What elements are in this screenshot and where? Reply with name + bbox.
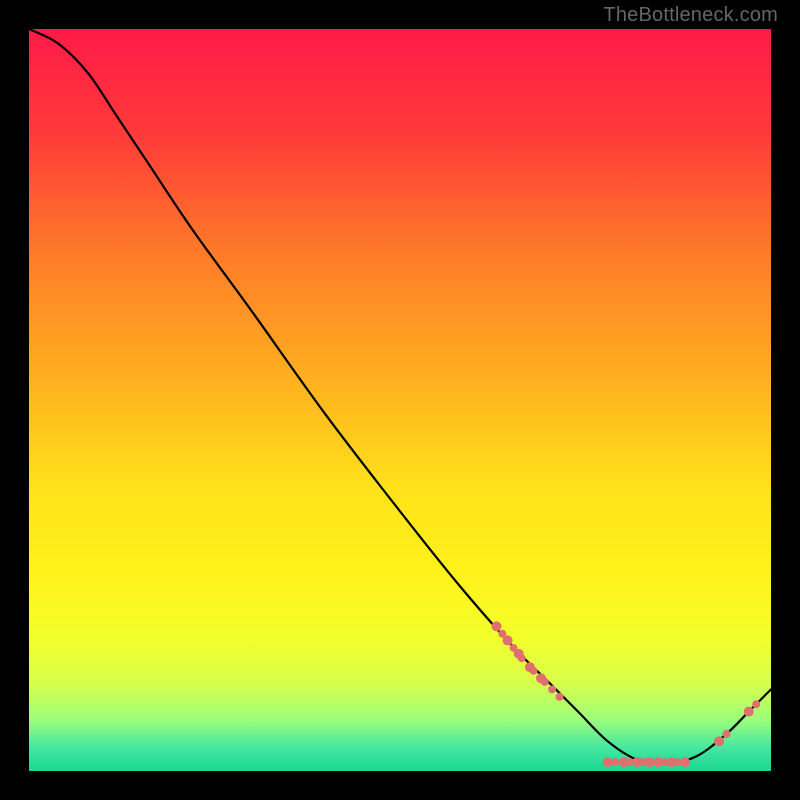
plot-area — [29, 29, 771, 771]
data-point — [714, 736, 724, 746]
data-point — [644, 757, 654, 767]
data-point — [556, 693, 564, 701]
data-point — [744, 707, 754, 717]
data-point — [548, 685, 556, 693]
data-point — [680, 757, 690, 767]
gradient-background — [29, 29, 771, 771]
data-point — [503, 635, 513, 645]
watermark-text: TheBottleneck.com — [603, 4, 778, 27]
data-point — [541, 678, 549, 686]
chart-frame: TheBottleneck.com — [0, 0, 800, 800]
chart-svg — [29, 29, 771, 771]
data-point — [491, 621, 501, 631]
data-point — [611, 758, 619, 766]
data-point — [752, 700, 760, 708]
data-point — [518, 654, 526, 662]
data-point — [722, 730, 730, 738]
data-point — [530, 667, 538, 675]
